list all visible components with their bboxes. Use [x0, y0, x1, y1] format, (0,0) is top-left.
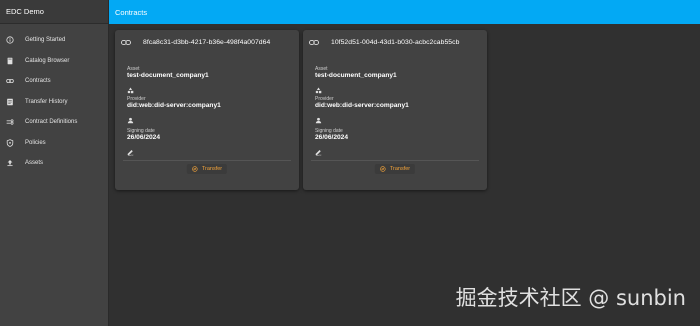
- link-icon: [309, 38, 319, 46]
- sidebar-item-label: Contract Definitions: [25, 119, 78, 126]
- contract-card: 8fca8c31-d3bb-4217-b36e-498f4a007d64 Ass…: [115, 30, 299, 190]
- asset-field: Asset test-document_company1: [315, 66, 397, 94]
- transfer-button-label: Transfer: [389, 166, 411, 172]
- sidebar-item-label: Policies: [25, 139, 46, 146]
- app-title: EDC Demo: [0, 0, 108, 24]
- sidebar-item-label: Catalog Browser: [25, 57, 70, 64]
- contract-id: 8fca8c31-d3bb-4217-b36e-498f4a007d64: [143, 38, 271, 46]
- upload-icon: [5, 159, 14, 168]
- signing-date-value: 26/06/2024: [315, 134, 349, 141]
- signing-date-value: 26/06/2024: [127, 134, 161, 141]
- contract-id: 10f52d51-004d-43d1-b030-acbc2cab55cb: [331, 38, 460, 46]
- watermark: 掘金技术社区 @ sunbin: [455, 286, 686, 310]
- policy-settings-icon: [5, 118, 14, 127]
- provider-value: did:web:did-server:company1: [127, 102, 221, 109]
- link-icon: [5, 77, 14, 86]
- contract-id-row: 10f52d51-004d-43d1-b030-acbc2cab55cb: [309, 38, 481, 46]
- signature-icon: [127, 143, 135, 156]
- list-icon: [5, 97, 14, 106]
- sidebar-item-label: Contracts: [25, 78, 51, 85]
- sidebar-item-policies[interactable]: Policies: [0, 133, 108, 154]
- signing-date-field: Signing date 26/06/2024: [127, 128, 161, 156]
- provider-field: Provider did:web:did-server:company1: [127, 96, 221, 124]
- person-icon: [315, 111, 323, 124]
- sidebar-item-getting-started[interactable]: Getting Started: [0, 30, 108, 51]
- transfer-button[interactable]: Transfer: [374, 164, 416, 174]
- sidebar-item-contracts[interactable]: Contracts: [0, 71, 108, 92]
- sidebar-item-contract-definitions[interactable]: Contract Definitions: [0, 112, 108, 133]
- asset-field: Asset test-document_company1: [127, 66, 209, 94]
- book-icon: [5, 56, 14, 65]
- provider-value: did:web:did-server:company1: [315, 102, 409, 109]
- category-icon: [315, 81, 323, 94]
- contracts-content: 8fca8c31-d3bb-4217-b36e-498f4a007d64 Ass…: [109, 24, 700, 326]
- sidebar-item-transfer-history[interactable]: Transfer History: [0, 92, 108, 113]
- category-icon: [127, 81, 135, 94]
- sidebar-item-label: Transfer History: [25, 98, 68, 105]
- page-title: Contracts: [109, 0, 700, 24]
- transfer-button-label: Transfer: [201, 166, 223, 172]
- sidebar-item-catalog-browser[interactable]: Catalog Browser: [0, 51, 108, 72]
- transfer-button[interactable]: Transfer: [186, 164, 228, 174]
- sidebar-item-assets[interactable]: Assets: [0, 153, 108, 174]
- person-icon: [127, 111, 135, 124]
- sidebar: EDC Demo Getting Started Catalog Browser…: [0, 0, 109, 326]
- info-icon: [5, 36, 14, 45]
- transfer-icon: [192, 166, 198, 172]
- asset-value: test-document_company1: [315, 72, 397, 79]
- link-icon: [121, 38, 131, 46]
- transfer-icon: [380, 166, 386, 172]
- card-divider: [311, 160, 479, 161]
- provider-field: Provider did:web:did-server:company1: [315, 96, 409, 124]
- sidebar-nav: Getting Started Catalog Browser Contract…: [0, 24, 108, 174]
- sidebar-item-label: Getting Started: [25, 37, 66, 44]
- card-divider: [123, 160, 291, 161]
- contract-card: 10f52d51-004d-43d1-b030-acbc2cab55cb Ass…: [303, 30, 487, 190]
- asset-value: test-document_company1: [127, 72, 209, 79]
- sidebar-item-label: Assets: [25, 160, 44, 167]
- contract-id-row: 8fca8c31-d3bb-4217-b36e-498f4a007d64: [121, 38, 293, 46]
- signing-date-field: Signing date 26/06/2024: [315, 128, 349, 156]
- signature-icon: [315, 143, 323, 156]
- shield-icon: [5, 138, 14, 147]
